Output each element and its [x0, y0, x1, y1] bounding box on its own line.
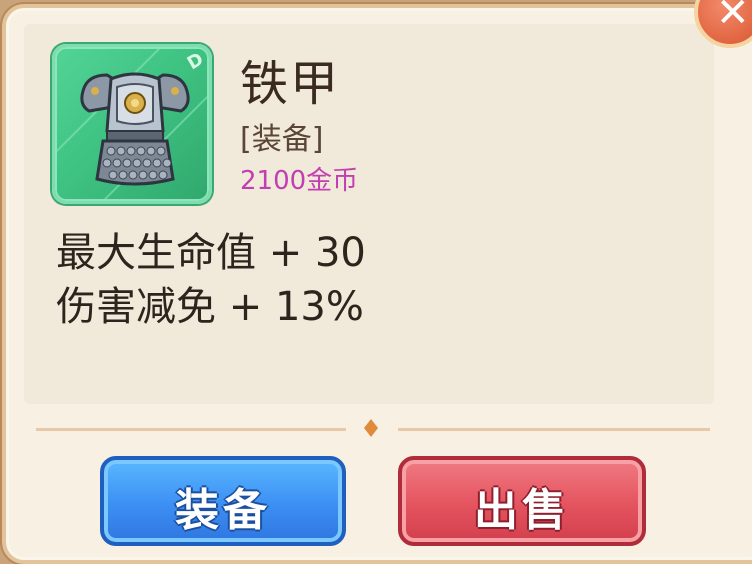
stat-max-hp: 最大生命值 + 30 [56, 230, 366, 276]
iron-armor-icon [80, 72, 190, 186]
item-price: 2100金币 [240, 166, 359, 196]
sell-button[interactable]: 出售 [398, 456, 646, 546]
divider-diamond-icon [364, 419, 378, 437]
close-icon: ✕ [716, 0, 750, 36]
stat-damage-reduction: 伤害减免 + 13% [56, 284, 364, 330]
item-type: [装备] [240, 122, 324, 157]
divider-left [36, 428, 346, 431]
item-name: 铁甲 [240, 56, 341, 112]
equip-button[interactable]: 装备 [100, 456, 346, 546]
divider-right [398, 428, 710, 431]
item-icon-frame: D [52, 44, 212, 204]
